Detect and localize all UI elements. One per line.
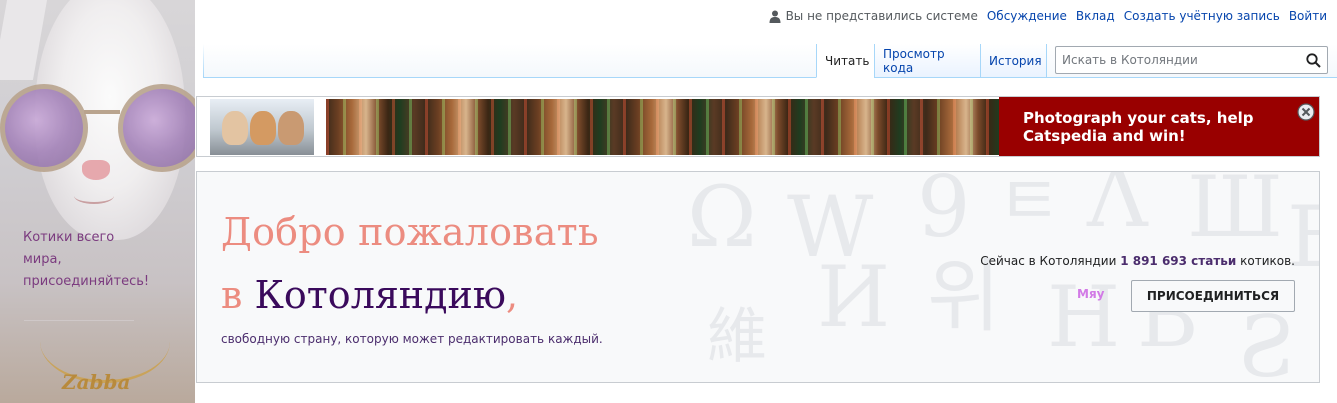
close-circle-icon[interactable] [1297, 103, 1315, 121]
welcome-title-prefix: в [221, 273, 243, 317]
sidebar-divider [24, 320, 134, 321]
tab-view-source[interactable]: Просмотр кода [874, 44, 980, 77]
count-suffix: котиков. [1240, 254, 1295, 268]
tagline-line-1: Котики всего [23, 230, 115, 245]
welcome-box: Ω W 9 ㅌ Λ Ш E 維 И 위 H Б Ƨ Добро пожалова… [196, 171, 1320, 383]
header-left-divider [203, 44, 204, 77]
welcome-subtitle: свободную страну, которую может редактир… [221, 332, 603, 346]
kitten-shape [222, 111, 248, 145]
cat-nose-shape [82, 160, 110, 180]
talk-link[interactable]: Обсуждение [987, 9, 1067, 23]
search-icon [1305, 52, 1321, 68]
banner-text[interactable]: Photograph your cats, help Catspedia and… [1023, 109, 1283, 145]
create-account-link[interactable]: Создать учётную запись [1124, 9, 1280, 23]
welcome-title-line-1: Добро пожаловать [221, 210, 599, 254]
kitten-shape [278, 111, 304, 145]
background-glyphs-decoration: Ω W 9 ㅌ Λ Ш E 維 И 위 H Б Ƨ [687, 171, 1319, 383]
sunglasses-lens-left [0, 84, 88, 172]
site-name-link[interactable]: Котоляндию [255, 273, 506, 317]
kitten-shape [250, 111, 276, 145]
tab-history[interactable]: История [980, 44, 1047, 77]
contributions-link[interactable]: Вклад [1076, 9, 1115, 23]
campaign-banner[interactable]: Photograph your cats, help Catspedia and… [196, 96, 1320, 157]
article-count-line: Сейчас в Котоляндии 1 891 693 статьи кот… [980, 254, 1295, 268]
tagline-line-3: присоединяйтесь! [23, 274, 150, 289]
tab-read[interactable]: Читать [816, 44, 874, 78]
cat-mouth-shape [74, 188, 114, 204]
cat-photo-strip [326, 99, 1002, 155]
kittens-photo [210, 99, 314, 155]
search-button[interactable] [1299, 47, 1327, 73]
tagline-line-2: мира, [23, 252, 62, 267]
user-status: Вы не представились системе [769, 9, 978, 23]
personal-tools: Вы не представились системе Обсуждение В… [769, 9, 1327, 23]
search-input[interactable]: Искать в Котоляндии [1056, 53, 1299, 67]
search-box[interactable]: Искать в Котоляндии [1055, 46, 1328, 74]
login-link[interactable]: Войти [1289, 9, 1327, 23]
article-count-link[interactable]: 1 891 693 статьи [1120, 254, 1236, 268]
sunglasses-bridge [84, 110, 120, 114]
user-icon [769, 10, 781, 23]
welcome-title-comma: , [505, 273, 519, 317]
welcome-title-line-2: в Котоляндию, [221, 273, 518, 317]
join-button[interactable]: ПРИСОЕДИНИТЬСЯ [1131, 280, 1295, 312]
necklace-pendant: Zabba [62, 370, 131, 394]
count-prefix: Сейчас в Котоляндии [980, 254, 1117, 268]
sidebar-tagline: Котики всего мира, присоединяйтесь! [23, 227, 183, 293]
sidebar-cat-image: Zabba Котики всего мира, присоединяйтесь… [0, 0, 195, 403]
string-lights-overlay [326, 99, 1002, 155]
not-logged-in-text: Вы не представились системе [785, 9, 978, 23]
meow-link[interactable]: Мяу [1077, 287, 1104, 301]
